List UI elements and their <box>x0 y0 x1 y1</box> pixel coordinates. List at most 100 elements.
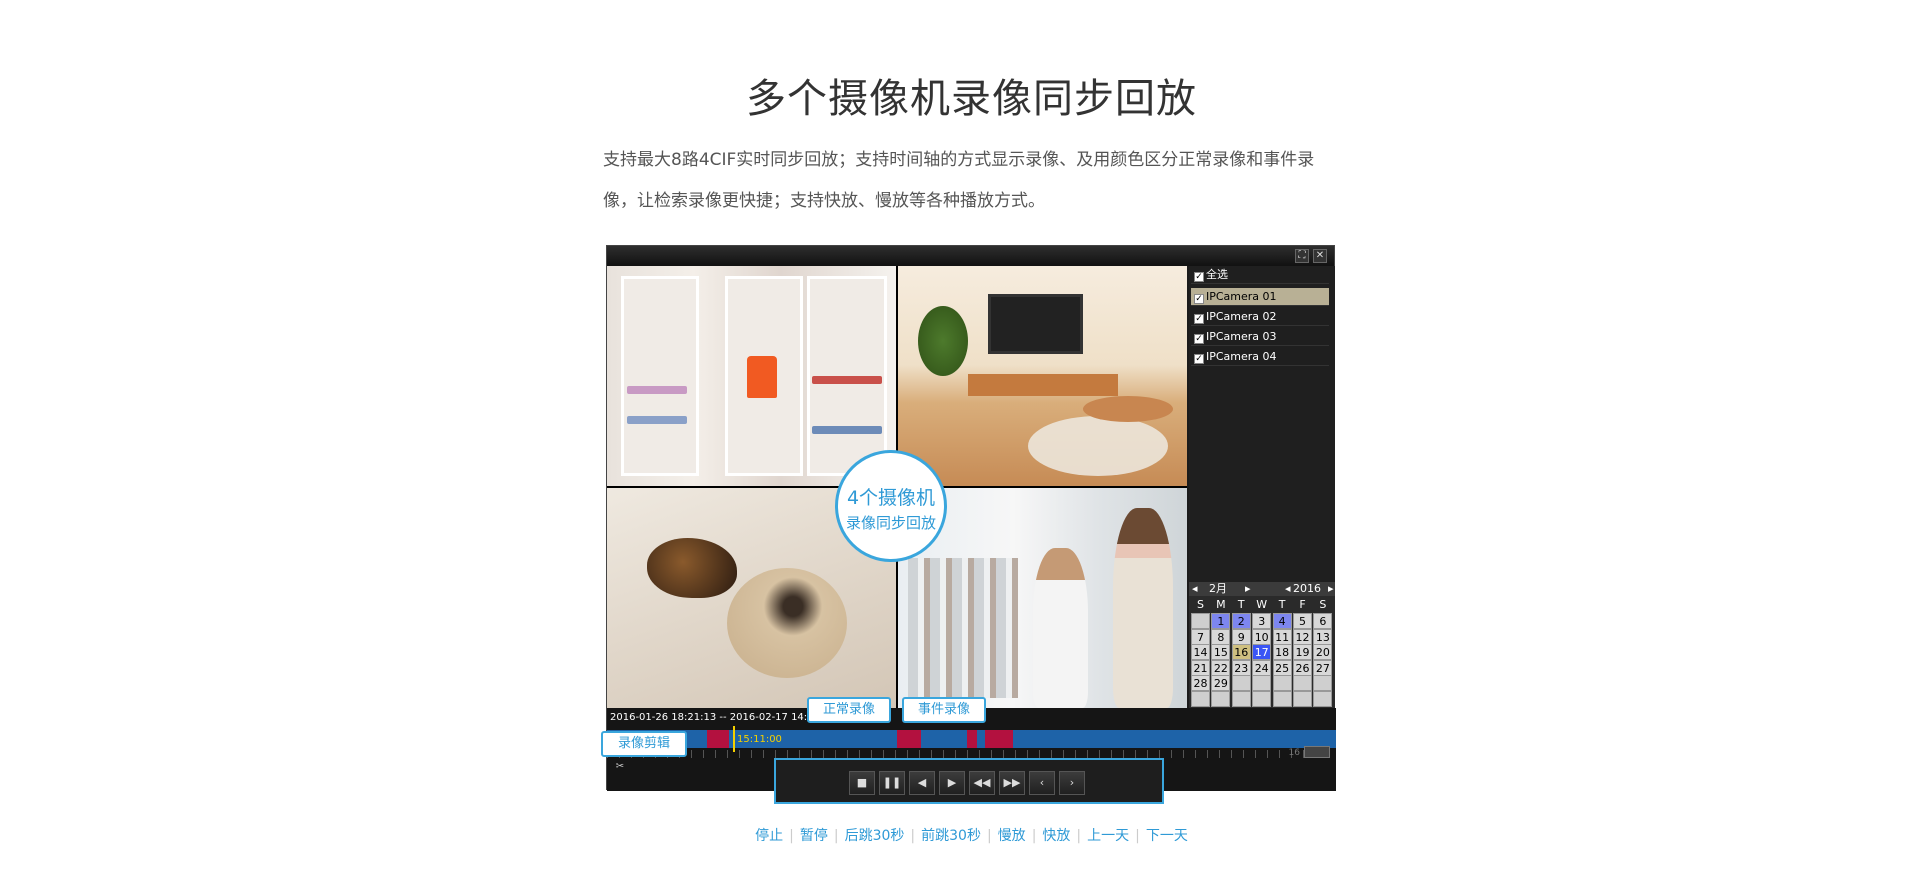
calendar-day[interactable]: 3 <box>1252 613 1272 629</box>
scissors-icon[interactable]: ✂ <box>613 760 627 774</box>
calendar-day[interactable]: 6 <box>1313 613 1333 629</box>
checkbox-icon[interactable]: ✓ <box>1194 354 1204 364</box>
separator: | <box>1135 828 1140 844</box>
calendar-day[interactable]: 9 <box>1231 628 1251 645</box>
label-next-day[interactable]: 下一天 <box>1146 825 1188 845</box>
camera-view-1[interactable] <box>607 266 896 486</box>
calendar-day[interactable] <box>1313 675 1333 692</box>
calendar-day[interactable]: 4 <box>1272 613 1292 629</box>
checkbox-icon[interactable]: ✓ <box>1194 294 1204 304</box>
calendar-day[interactable]: 27 <box>1313 659 1333 676</box>
calendar-day[interactable]: 29 <box>1211 675 1231 692</box>
label-stop[interactable]: 停止 <box>755 825 783 845</box>
calendar-day[interactable] <box>1231 675 1251 692</box>
camera-item[interactable]: ✓ IPCamera 04 <box>1191 348 1329 366</box>
label-forward-30s[interactable]: 前跳30秒 <box>921 825 981 845</box>
checkbox-icon[interactable]: ✓ <box>1194 314 1204 324</box>
page: 多个摄像机录像同步回放 支持最大8路4CIF实时同步回放；支持时间轴的方式显示录… <box>0 0 1920 892</box>
calendar-day[interactable] <box>1191 613 1210 629</box>
separator: | <box>1076 828 1082 844</box>
weekday-label: W <box>1256 598 1268 611</box>
label-slow[interactable]: 慢放 <box>998 825 1026 845</box>
calendar-day[interactable]: 11 <box>1272 628 1292 645</box>
label-pause[interactable]: 暂停 <box>800 825 828 845</box>
calendar-day[interactable]: 2 <box>1231 613 1251 629</box>
back-30s-button[interactable]: ◀ <box>909 771 935 795</box>
camera-label: IPCamera 04 <box>1206 350 1277 363</box>
calendar-month: 2月 <box>1209 582 1227 595</box>
playback-cursor[interactable] <box>733 726 735 752</box>
calendar-day[interactable]: 13 <box>1313 628 1333 645</box>
calendar-day[interactable]: 5 <box>1293 613 1312 629</box>
calendar-day[interactable]: 1 <box>1211 613 1231 629</box>
calendar-day[interactable] <box>1252 675 1272 692</box>
camera-view-2[interactable] <box>898 266 1187 486</box>
prev-year-icon[interactable]: ◂ <box>1285 582 1291 596</box>
zoom-icon[interactable] <box>1304 746 1330 758</box>
select-all-row[interactable]: ✓ 全选 <box>1191 266 1329 284</box>
calendar-day[interactable]: 10 <box>1252 628 1272 645</box>
calendar-day[interactable] <box>1252 691 1272 707</box>
shelf-image <box>621 276 699 476</box>
calendar-day[interactable] <box>1272 691 1292 707</box>
stop-button[interactable]: ■ <box>849 771 875 795</box>
window-titlebar: ⛶ ✕ <box>607 246 1334 266</box>
calendar-day[interactable]: 19 <box>1293 644 1312 661</box>
plant-image <box>918 306 968 376</box>
next-year-icon[interactable]: ▸ <box>1328 582 1334 596</box>
calendar-day[interactable]: 18 <box>1272 644 1292 661</box>
calendar-day[interactable]: 12 <box>1293 628 1312 645</box>
checkbox-icon[interactable]: ✓ <box>1194 272 1204 282</box>
event-record-segment[interactable] <box>967 730 977 748</box>
calendar-day[interactable]: 15 <box>1211 644 1231 661</box>
calendar-day[interactable] <box>1211 691 1231 707</box>
label-prev-day[interactable]: 上一天 <box>1087 825 1129 845</box>
time-range: 2016-01-26 18:21:13 -- 2016-02-17 14:09:… <box>610 712 830 723</box>
calendar-day[interactable]: 8 <box>1211 628 1231 645</box>
calendar-day[interactable]: 23 <box>1231 659 1251 676</box>
calendar-day[interactable]: 17 <box>1252 644 1272 661</box>
calendar-day[interactable] <box>1293 675 1312 692</box>
fast-play-button[interactable]: ▶▶ <box>999 771 1025 795</box>
event-record-segment[interactable] <box>897 730 921 748</box>
calendar-day[interactable] <box>1293 691 1312 707</box>
checkbox-icon[interactable]: ✓ <box>1194 334 1204 344</box>
weekday-label: S <box>1197 598 1204 611</box>
camera-item[interactable]: ✓ IPCamera 01 <box>1191 288 1329 306</box>
calendar-day[interactable]: 22 <box>1211 659 1231 676</box>
prev-day-button[interactable]: ‹ <box>1029 771 1055 795</box>
feature-description: 支持最大8路4CIF实时同步回放；支持时间轴的方式显示录像、及用颜色区分正常录像… <box>603 150 1315 211</box>
forward-30s-button[interactable]: ▶ <box>939 771 965 795</box>
label-back-30s[interactable]: 后跳30秒 <box>845 825 905 845</box>
calendar-day[interactable]: 24 <box>1252 659 1272 676</box>
calendar-day[interactable]: 7 <box>1191 628 1210 645</box>
calendar-day[interactable] <box>1231 691 1251 707</box>
next-month-icon[interactable]: ▸ <box>1245 582 1251 596</box>
fullscreen-icon[interactable]: ⛶ <box>1295 249 1309 263</box>
calendar-day[interactable] <box>1272 675 1292 692</box>
weekday-label: M <box>1216 598 1226 611</box>
camera-item[interactable]: ✓ IPCamera 03 <box>1191 328 1329 346</box>
calendar-day[interactable]: 25 <box>1272 659 1292 676</box>
event-record-segment[interactable] <box>707 730 729 748</box>
calendar-day[interactable] <box>1313 691 1333 707</box>
person-image <box>1113 508 1173 708</box>
calendar-day[interactable]: 14 <box>1191 644 1210 661</box>
normal-record-callout: 正常录像 <box>807 697 891 723</box>
camera-label: IPCamera 03 <box>1206 330 1277 343</box>
calendar-day[interactable]: 21 <box>1191 659 1210 676</box>
camera-item[interactable]: ✓ IPCamera 02 <box>1191 308 1329 326</box>
prev-month-icon[interactable]: ◂ <box>1192 582 1198 596</box>
calendar-day[interactable]: 26 <box>1293 659 1312 676</box>
next-day-button[interactable]: › <box>1059 771 1085 795</box>
select-all-label: 全选 <box>1206 268 1228 281</box>
event-record-segment[interactable] <box>985 730 1013 748</box>
close-icon[interactable]: ✕ <box>1313 249 1327 263</box>
calendar-day[interactable]: 16 <box>1231 644 1251 661</box>
slow-play-button[interactable]: ◀◀ <box>969 771 995 795</box>
calendar-day[interactable] <box>1191 691 1210 707</box>
calendar-day[interactable]: 28 <box>1191 675 1210 692</box>
pause-button[interactable]: ❚❚ <box>879 771 905 795</box>
label-fast[interactable]: 快放 <box>1042 825 1070 845</box>
calendar-day[interactable]: 20 <box>1313 644 1333 661</box>
